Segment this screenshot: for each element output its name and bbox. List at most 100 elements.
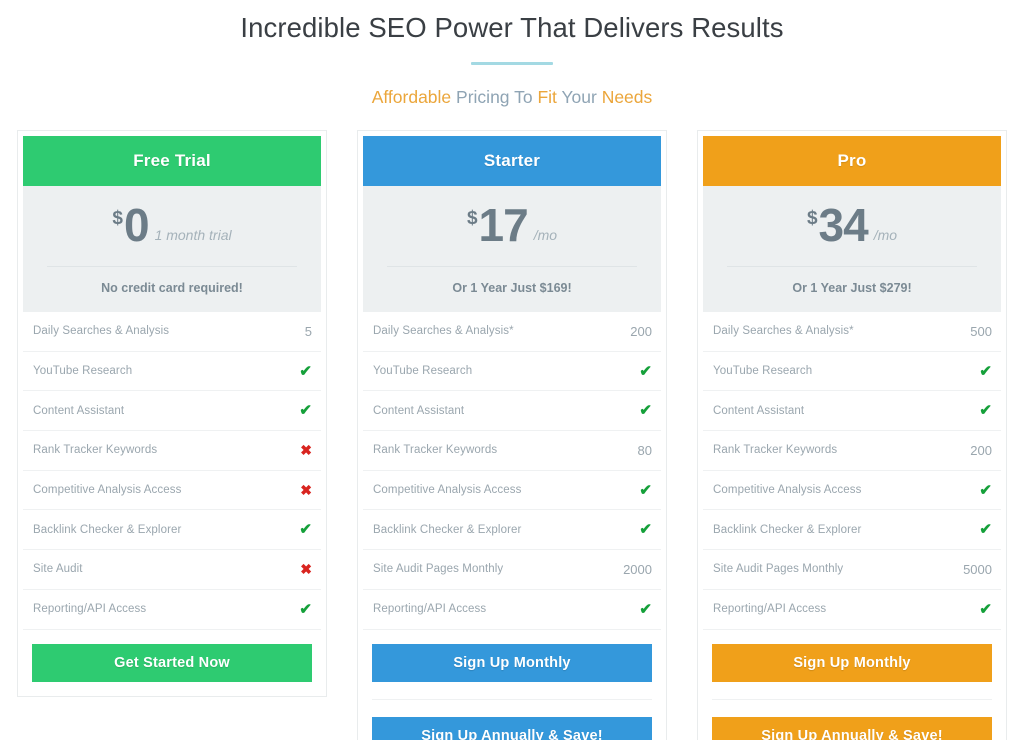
- cta-button-pro-0[interactable]: Sign Up Monthly: [712, 643, 992, 682]
- price-period: /mo: [873, 227, 898, 243]
- pricing-card-starter: Starter $17/mo Or 1 Year Just $169! Daily S…: [357, 130, 667, 740]
- feature-label: Backlink Checker & Explorer: [373, 523, 522, 536]
- price-currency: $: [466, 208, 478, 229]
- price-period: /mo: [533, 227, 558, 243]
- feature-list: Daily Searches & Analysis* 500 YouTube Res…: [703, 312, 1001, 630]
- check-icon: ✔: [639, 600, 652, 618]
- feature-row: YouTube Research ✔: [703, 352, 1001, 392]
- cta-divider: [372, 698, 652, 700]
- feature-row: Reporting/API Access ✔: [23, 590, 321, 630]
- feature-row: Reporting/API Access ✔: [363, 590, 661, 630]
- check-icon: ✔: [299, 402, 312, 420]
- feature-row: Daily Searches & Analysis* 500: [703, 312, 1001, 352]
- feature-label: Competitive Analysis Access: [33, 484, 182, 497]
- cta-area: Sign Up Monthly Sign Up Annually & Save!: [363, 630, 661, 740]
- pricing-cards-row: Free Trial $0 1 month trial No credit card …: [0, 130, 1024, 740]
- feature-label: Competitive Analysis Access: [373, 484, 522, 497]
- check-icon: ✔: [299, 362, 312, 380]
- feature-label: Backlink Checker & Explorer: [713, 523, 862, 536]
- feature-row: YouTube Research ✔: [23, 352, 321, 392]
- feature-label: Content Assistant: [33, 404, 125, 417]
- feature-row: Competitive Analysis Access ✔: [703, 471, 1001, 511]
- feature-row: Site Audit Pages Monthly 2000: [363, 550, 661, 590]
- feature-label: Backlink Checker & Explorer: [33, 523, 182, 536]
- feature-row: Backlink Checker & Explorer ✔: [23, 510, 321, 551]
- feature-label: Reporting/API Access: [373, 603, 487, 616]
- cross-icon: ✖: [300, 442, 312, 459]
- subtitle-part-2: Fit: [537, 87, 557, 107]
- check-icon: ✔: [639, 481, 652, 499]
- price-note: No credit card required!: [101, 281, 243, 295]
- check-icon: ✔: [299, 521, 312, 539]
- feature-label: Content Assistant: [713, 404, 805, 417]
- feature-value: 2000: [623, 561, 652, 577]
- cta-button-free-trial-0[interactable]: Get Started Now: [32, 643, 312, 682]
- pricing-card-pro: Pro $34/mo Or 1 Year Just $279! Daily Searc…: [697, 130, 1007, 740]
- feature-label: Competitive Analysis Access: [713, 484, 862, 497]
- price-amount: 0: [123, 199, 150, 251]
- feature-label: Site Audit: [33, 563, 83, 576]
- feature-value: 200: [970, 442, 992, 458]
- feature-row: Competitive Analysis Access ✔: [363, 471, 661, 511]
- feature-list: Daily Searches & Analysis 5 YouTube Resear…: [23, 312, 321, 630]
- plan-price-block: $17/mo Or 1 Year Just $169!: [363, 186, 661, 312]
- feature-value: 500: [970, 323, 992, 339]
- price-amount: 17: [478, 199, 529, 251]
- plan-price-row: $17/mo: [363, 202, 661, 256]
- subtitle-part-4: Needs: [601, 87, 653, 107]
- price-note: Or 1 Year Just $169!: [452, 281, 572, 295]
- check-icon: ✔: [639, 362, 652, 380]
- feature-row: Rank Tracker Keywords 80: [363, 431, 661, 471]
- feature-row: Site Audit Pages Monthly 5000: [703, 550, 1001, 590]
- feature-row: Backlink Checker & Explorer ✔: [703, 510, 1001, 551]
- feature-label: Reporting/API Access: [713, 603, 827, 616]
- plan-price-row: $0 1 month trial: [23, 202, 321, 256]
- feature-label: Content Assistant: [373, 404, 465, 417]
- plan-name: Starter: [483, 151, 541, 170]
- price-note: Or 1 Year Just $279!: [792, 281, 912, 295]
- check-icon: ✔: [979, 481, 992, 499]
- subtitle-part-0: Affordable: [371, 87, 452, 107]
- plan-name: Free Trial: [133, 151, 211, 170]
- plan-price-block: $0 1 month trial No credit card required!: [23, 186, 321, 312]
- feature-label: Daily Searches & Analysis: [33, 325, 170, 338]
- cta-area: Sign Up Monthly Sign Up Annually & Save!: [703, 630, 1001, 740]
- feature-label: Rank Tracker Keywords: [713, 444, 838, 457]
- cta-button-pro-1[interactable]: Sign Up Annually & Save!: [712, 716, 992, 740]
- cta-button-starter-1[interactable]: Sign Up Annually & Save!: [372, 716, 652, 740]
- price-amount: 34: [818, 199, 869, 251]
- feature-label: Reporting/API Access: [33, 603, 147, 616]
- feature-label: YouTube Research: [713, 365, 813, 378]
- cta-button-starter-0[interactable]: Sign Up Monthly: [372, 643, 652, 682]
- feature-row: Rank Tracker Keywords 200: [703, 431, 1001, 471]
- check-icon: ✔: [979, 362, 992, 380]
- cross-icon: ✖: [300, 561, 312, 578]
- feature-label: Daily Searches & Analysis*: [713, 325, 854, 338]
- plan-price-row: $34/mo: [703, 202, 1001, 256]
- feature-row: YouTube Research ✔: [363, 352, 661, 392]
- feature-value: 200: [630, 323, 652, 339]
- check-icon: ✔: [979, 402, 992, 420]
- check-icon: ✔: [979, 600, 992, 618]
- feature-row: Daily Searches & Analysis 5: [23, 312, 321, 352]
- feature-label: Rank Tracker Keywords: [33, 444, 158, 457]
- plan-header-starter: Starter: [363, 136, 661, 186]
- pricing-page: Incredible SEO Power That Delivers Resul…: [0, 0, 1024, 740]
- feature-value: 5: [304, 323, 312, 339]
- price-period: 1 month trial: [154, 227, 232, 243]
- page-subtitle: Affordable Pricing To Fit Your Needs: [0, 86, 1024, 108]
- cta-area: Get Started Now: [23, 630, 321, 696]
- feature-label: Site Audit Pages Monthly: [713, 563, 844, 576]
- feature-row: Content Assistant ✔: [363, 391, 661, 432]
- feature-row: Backlink Checker & Explorer ✔: [363, 510, 661, 551]
- cross-icon: ✖: [300, 482, 312, 499]
- feature-list: Daily Searches & Analysis* 200 YouTube Res…: [363, 312, 661, 630]
- price-currency: $: [112, 208, 123, 229]
- feature-label: YouTube Research: [33, 365, 133, 378]
- feature-row: Content Assistant ✔: [23, 391, 321, 432]
- page-title: Incredible SEO Power That Delivers Resul…: [240, 12, 784, 43]
- check-icon: ✔: [299, 600, 312, 618]
- feature-row: Daily Searches & Analysis* 200: [363, 312, 661, 352]
- feature-row: Competitive Analysis Access ✖: [23, 471, 321, 511]
- price-currency: $: [806, 208, 818, 229]
